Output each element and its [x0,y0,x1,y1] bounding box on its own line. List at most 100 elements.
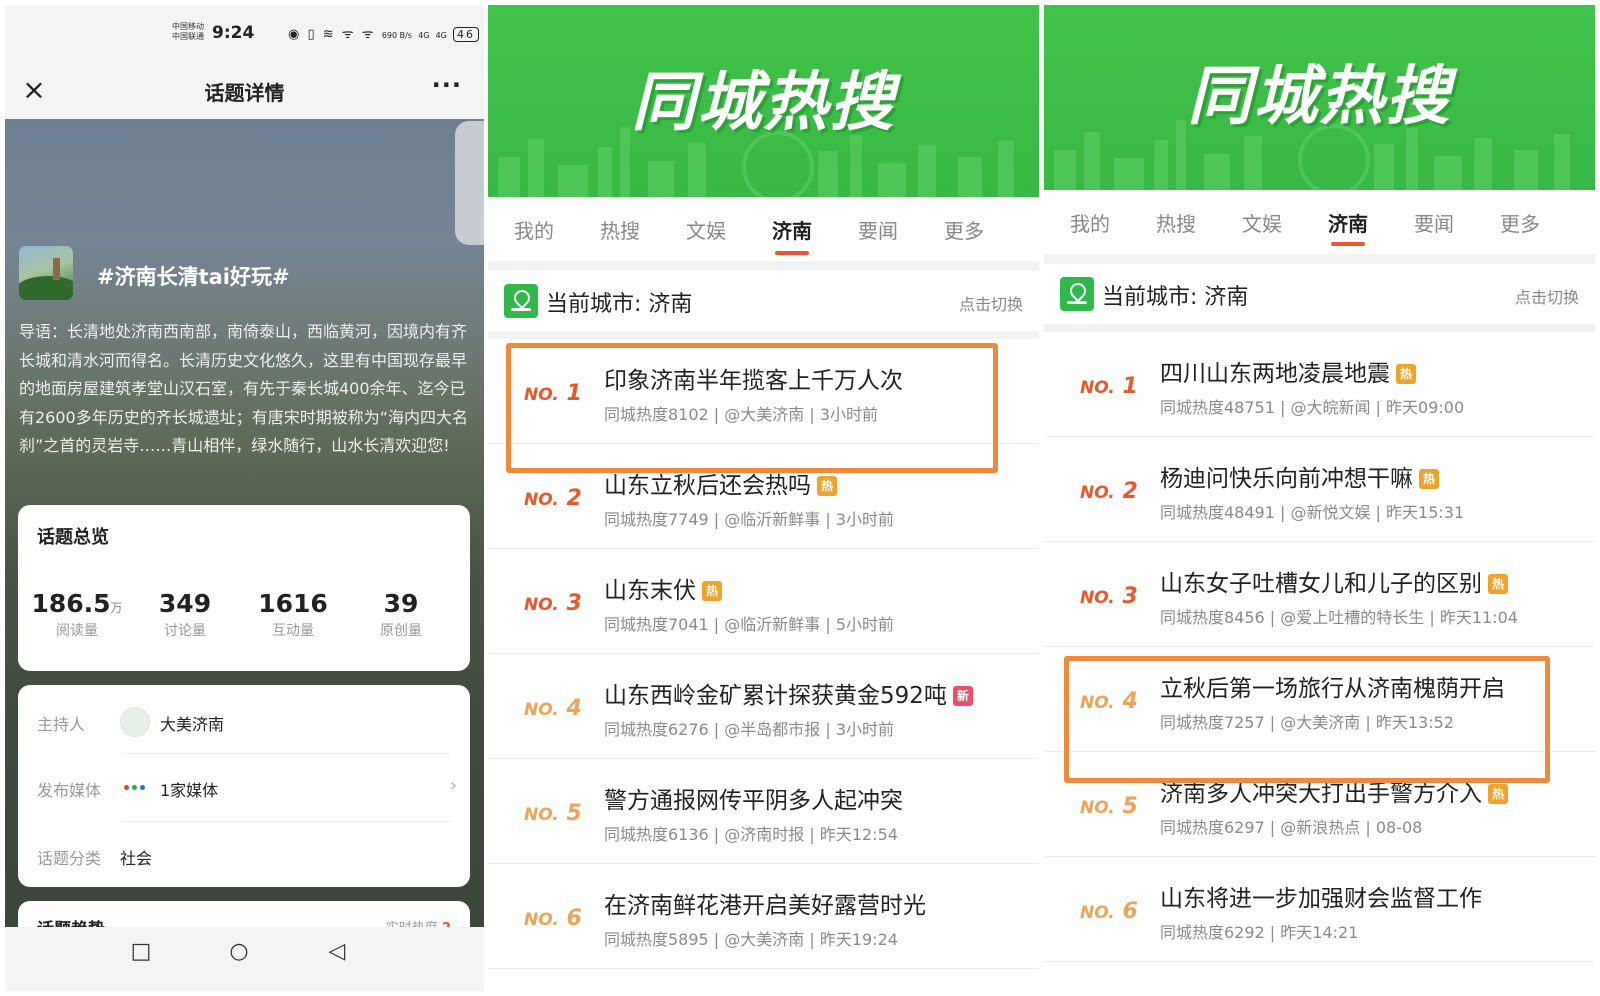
tab-jinan[interactable]: 济南 [1318,208,1378,237]
stat-value: 39 [383,589,419,618]
rank-value: 6 [1122,899,1138,924]
back-icon[interactable]: ◁ [317,939,357,964]
hot-badge: 热 [702,581,722,601]
tab-more[interactable]: 更多 [1490,208,1550,237]
category-label: 话题分类 [37,849,102,868]
rank-prefix: NO. [524,490,559,510]
hot-search-item[interactable]: NO. 3 山东末伏热同城热度7041 | @临沂新鲜事 | 5小时前 [488,549,1039,654]
highlight-box [506,343,998,473]
tab-entertainment[interactable]: 文娱 [676,215,736,244]
side-drawer-handle[interactable] [455,121,484,245]
hot-search-item[interactable]: NO. 6 山东将进一步加强财会监督工作同城热度6292 | 昨天14:21 [1044,857,1595,962]
section-gap [1044,324,1595,332]
stat-reads: 186.5万 阅读量 [22,589,132,640]
stat-interactions: 1616 互动量 [238,589,348,640]
hot-search-item[interactable]: NO. 4 山东西岭金矿累计探获黄金592吨新同城热度6276 | @半岛都市报 … [488,654,1039,759]
item-meta: 同城热度6292 | 昨天14:21 [1160,923,1359,942]
tab-entertainment[interactable]: 文娱 [1232,208,1292,237]
topic-title: #济南长清tai好玩# [97,265,290,289]
hot-search-item[interactable]: NO. 5 警方通报网传平阴多人起冲突同城热度6136 | @济南时报 | 昨天1… [488,759,1039,864]
rank-value: 2 [566,486,582,511]
current-city-label: 当前城市: 济南 [546,292,693,317]
item-meta: 同城热度6297 | @新浪热点 | 08-08 [1160,818,1423,837]
more-options-icon[interactable]: ··· [432,71,462,99]
rank-number: NO. 6 [524,906,582,931]
chevron-right-icon: › [449,775,457,796]
tab-news[interactable]: 要闻 [848,215,908,244]
item-title: 在济南鲜花港开启美好露营时光 [604,886,926,920]
network-speed: 690 B/s [381,31,412,40]
active-tab-indicator [775,251,809,255]
rank-number: NO. 3 [1080,584,1138,609]
rank-value: 4 [566,696,582,721]
rank-number: NO. 5 [524,801,582,826]
rank-value: 5 [566,801,582,826]
stat-value: 186.5 [31,589,111,618]
rank-number: NO. 2 [1080,479,1138,504]
hot-badge: 热 [817,476,837,496]
item-meta: 同城热度48491 | @新悦文娱 | 昨天15:31 [1160,503,1465,522]
tab-jinan[interactable]: 济南 [762,215,822,244]
divider [121,821,451,822]
stat-unit: 万 [110,601,123,615]
item-title-text: 山东立秋后还会热吗 [604,473,811,499]
banner-title: 同城热搜 [631,66,896,140]
hot-search-panel-2: 同城热搜 我的 热搜 文娱 济南 要闻 更多 当前城市: 济南 点击切换 NO.… [1044,5,1595,991]
divider [121,753,451,754]
tab-hot[interactable]: 热搜 [1146,208,1206,237]
rank-value: 3 [566,591,582,616]
hot-badge: 热 [1396,364,1416,384]
item-title-text: 山东末伏 [604,578,696,604]
hot-search-item[interactable]: NO. 3 山东女子吐槽女儿和儿子的区别热同城热度8456 | @爱上吐槽的特长生… [1044,542,1595,647]
section-gap [488,261,1039,271]
item-title-text: 杨迪问快乐向前冲想干嘛 [1160,466,1413,492]
rank-prefix: NO. [524,700,559,720]
active-tab-indicator [1331,242,1365,246]
item-title-text: 警方通报网传平阴多人起冲突 [604,788,903,814]
tab-hot[interactable]: 热搜 [590,215,650,244]
item-meta: 同城热度6276 | @半岛都市报 | 3小时前 [604,720,895,739]
rank-prefix: NO. [1080,483,1115,503]
host-value: 大美济南 [160,715,225,734]
status-time: 9:24 [212,23,255,43]
tab-more[interactable]: 更多 [934,215,994,244]
stat-discussions: 349 讨论量 [130,589,240,640]
rank-prefix: NO. [524,805,559,825]
switch-city-button[interactable]: 点击切换 [959,291,1023,315]
current-city-row: 当前城市: 济南 点击切换 [1044,264,1595,324]
hot-search-panel-1: 同城热搜 我的 热搜 文娱 济南 要闻 更多 当前城市: 济南 点击切换 NO.… [488,5,1039,991]
rank-value: 6 [566,906,582,931]
hot-badge: 热 [1419,469,1439,489]
home-icon[interactable]: ○ [219,939,259,964]
tab-mine[interactable]: 我的 [504,215,564,244]
hot-search-item[interactable]: NO. 6 在济南鲜花港开启美好露营时光 同城热度5895 | @大美济南 | 昨天… [488,864,1039,969]
item-title: 杨迪问快乐向前冲想干嘛热 [1160,459,1439,493]
rank-prefix: NO. [524,910,559,930]
recents-icon[interactable]: □ [121,939,161,964]
hot-search-item[interactable]: NO. 1 四川山东两地凌晨地震热同城热度48751 | @大皖新闻 | 昨天09… [1044,332,1595,437]
stat-originals: 39 原创量 [346,589,456,640]
rank-prefix: NO. [1080,903,1115,923]
item-meta: 同城热度6136 | @济南时报 | 昨天12:54 [604,825,898,844]
item-title: 山东西岭金矿累计探获黄金592吨新 [604,676,973,710]
highlight-box [1064,656,1550,783]
item-title: 山东将进一步加强财会监督工作 [1160,879,1482,913]
current-city-row: 当前城市: 济南 点击切换 [488,271,1039,331]
media-row[interactable]: 发布媒体 1家媒体 › [37,757,457,821]
rank-number: NO. 6 [1080,899,1138,924]
signal-1: 4G [418,31,430,40]
tab-news[interactable]: 要闻 [1404,208,1464,237]
item-meta: 同城热度8456 | @爱上吐槽的特长生 | 昨天11:04 [1160,608,1518,627]
status-icons: ◉ ▯ ≋ ᯤ ᯤ 690 B/s 4G 4G 46 [288,24,479,42]
new-badge: 新 [952,686,973,706]
hot-search-item[interactable]: NO. 2 杨迪问快乐向前冲想干嘛热同城热度48491 | @新悦文娱 | 昨天1… [1044,437,1595,542]
hot-search-banner: 同城热搜 [1044,5,1595,190]
host-row[interactable]: 主持人 大美济南 [37,691,447,755]
media-logo [120,779,150,797]
tab-mine[interactable]: 我的 [1060,208,1120,237]
nav-bar: × 话题详情 ··· [5,63,484,119]
rank-number: NO. 1 [1080,374,1138,399]
media-value: 1家媒体 [160,781,219,800]
category-value: 社会 [120,849,153,868]
switch-city-button[interactable]: 点击切换 [1515,284,1579,308]
